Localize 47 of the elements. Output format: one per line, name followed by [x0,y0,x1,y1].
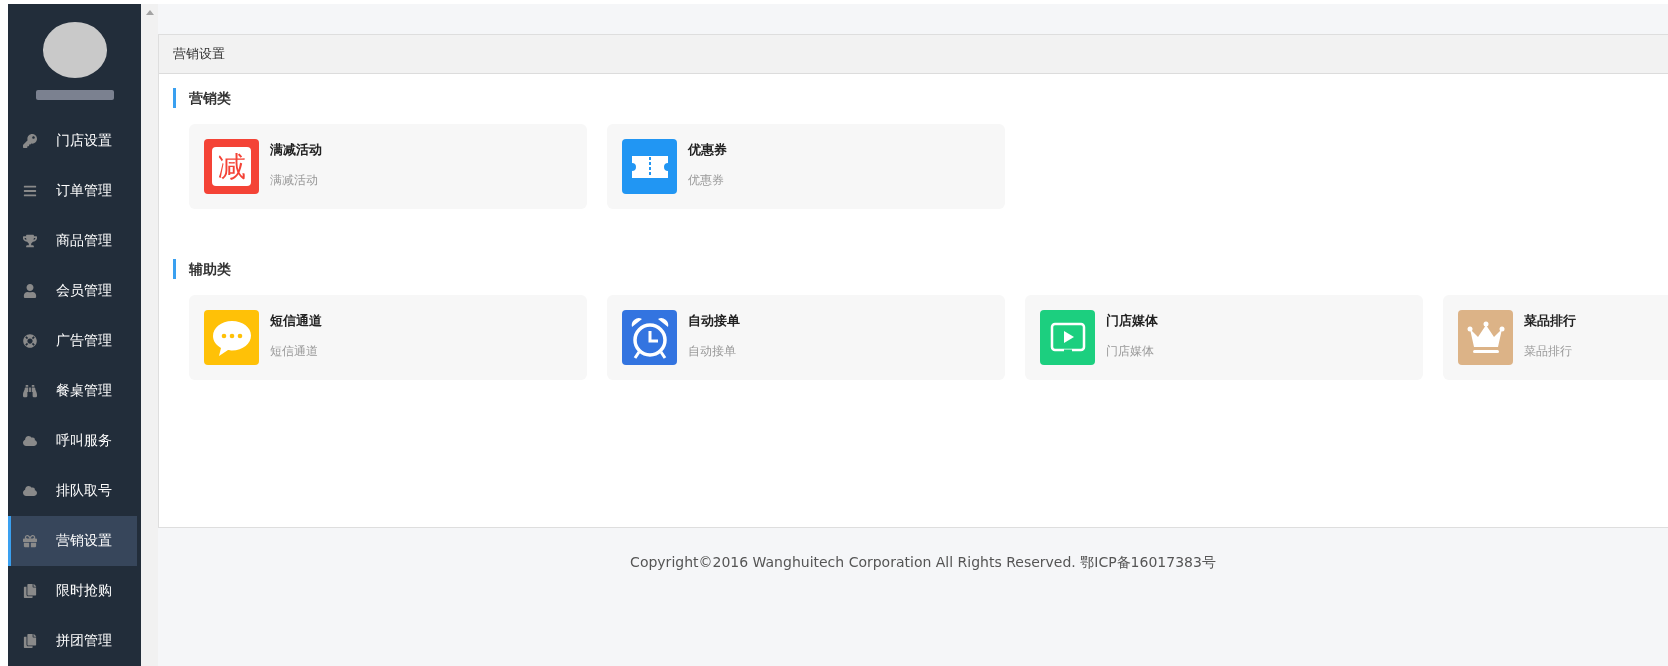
card-title: 短信通道 [270,312,322,330]
sidebar-item[interactable]: 呼叫服务 [8,416,137,466]
sidebar-item[interactable]: 商品管理 [8,216,137,266]
menu-icon [22,184,38,198]
card-subtitle: 优惠券 [688,172,725,189]
binoculars-icon [22,384,38,398]
scrollbar[interactable] [141,4,158,666]
sidebar-item[interactable]: 会员管理 [8,266,137,316]
gift-icon [22,534,38,548]
card-subtitle: 短信通道 [270,343,319,360]
card-title: 菜品排行 [1524,312,1576,330]
documents-icon [22,634,38,648]
sidebar-item[interactable]: 门店设置 [8,116,137,166]
scroll-up-icon[interactable] [145,10,154,15]
section-title: 辅助类 [173,259,1668,279]
card-subtitle: 门店媒体 [1106,343,1155,360]
trophy-icon [22,234,38,248]
feature-card[interactable]: 门店媒体 门店媒体 [1025,295,1423,380]
sidebar-item[interactable]: 餐桌管理 [8,366,137,416]
sidebar-item[interactable]: 广告管理 [8,316,137,366]
cloud-icon [22,484,38,498]
card-subtitle: 满减活动 [270,172,319,189]
key-icon [22,134,38,148]
user-icon [22,284,38,298]
card-subtitle: 自动接单 [688,343,737,360]
sidebar-item[interactable]: 排队取号 [8,466,137,516]
card-title: 优惠券 [688,141,727,159]
card-title: 门店媒体 [1106,312,1158,330]
copyright-text: Copyright©2016 Wanghuitech Corporation All Rights Reserved. 鄂ICP备16017383号 [629,554,1217,572]
documents-icon [22,584,38,598]
card-title: 满减活动 [270,141,322,159]
card-title: 自动接单 [688,312,740,330]
sidebar-item[interactable]: 订单管理 [8,166,137,216]
cloud-icon [22,434,38,448]
feature-card[interactable]: 减 满减活动 满减活动 [189,124,587,209]
feature-card[interactable]: 优惠券 优惠券 [607,124,1005,209]
sidebar-item[interactable]: 拼团管理 [8,616,137,666]
section-title: 营销类 [173,88,1668,108]
card-subtitle: 菜品排行 [1524,343,1573,360]
feature-card[interactable]: 自动接单 自动接单 [607,295,1005,380]
feature-card[interactable]: 短信通道 短信通道 [189,295,587,380]
reduction-icon: 减 [204,139,259,194]
sidebar-item[interactable]: 限时抢购 [8,566,137,616]
sidebar-item[interactable]: 营销设置 [8,516,137,566]
panel-title: 营销设置 [159,35,1668,74]
feature-card[interactable]: 菜品排行 菜品排行 [1443,295,1668,380]
lifebuoy-icon [22,334,38,348]
